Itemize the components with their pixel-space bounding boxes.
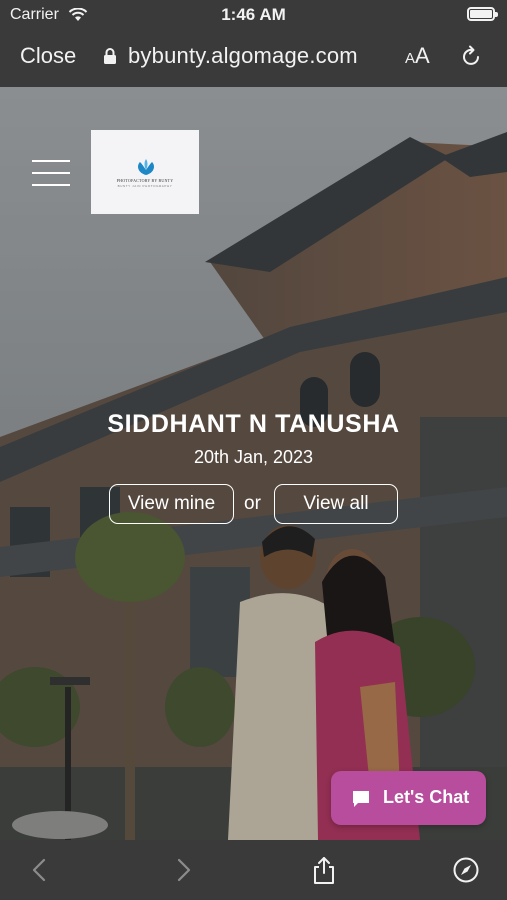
text-size-small-label: A — [405, 50, 416, 67]
status-time: 1:46 AM — [221, 5, 286, 24]
lets-chat-button[interactable]: Let's Chat — [331, 771, 486, 825]
forward-arrow-icon[interactable] — [170, 856, 196, 884]
back-arrow-icon[interactable] — [27, 856, 53, 884]
reload-icon[interactable] — [459, 44, 483, 68]
close-button[interactable]: Close — [20, 43, 76, 69]
url-field[interactable]: bybunty.algomage.com — [128, 43, 358, 69]
share-icon[interactable] — [311, 856, 337, 884]
hero-section: PHOTOFACTORY BY BUNTY BUNTY JAIN PHOTOGR… — [0, 87, 507, 840]
text-size-button[interactable]: AA — [405, 43, 430, 69]
battery-icon — [467, 7, 498, 21]
chat-label: Let's Chat — [383, 787, 470, 807]
brand-logo[interactable]: PHOTOFACTORY BY BUNTY BUNTY JAIN PHOTOGR… — [91, 130, 199, 214]
or-separator: or — [244, 493, 261, 514]
compass-icon[interactable] — [453, 856, 479, 884]
status-bar: Carrier 1:46 AM — [0, 0, 507, 30]
browser-toolbar — [0, 840, 507, 900]
event-date: 20th Jan, 2023 — [193, 447, 314, 467]
browser-url-bar: Close bybunty.algomage.com AA — [0, 30, 507, 87]
event-title: SIDDHANT N TANUSHA — [107, 410, 400, 438]
logo-mark-icon — [138, 159, 154, 175]
chat-bubble-icon — [353, 791, 369, 807]
logo-tagline: BUNTY JAIN PHOTOGRAPHY — [117, 184, 173, 188]
view-mine-button[interactable]: View mine — [109, 484, 234, 524]
lock-icon — [104, 48, 116, 64]
battery-level — [470, 10, 492, 18]
text-size-big-label: A — [415, 43, 430, 68]
logo-name: PHOTOFACTORY BY BUNTY — [116, 178, 174, 183]
hamburger-menu-icon[interactable] — [32, 160, 70, 186]
view-all-button[interactable]: View all — [274, 484, 398, 524]
